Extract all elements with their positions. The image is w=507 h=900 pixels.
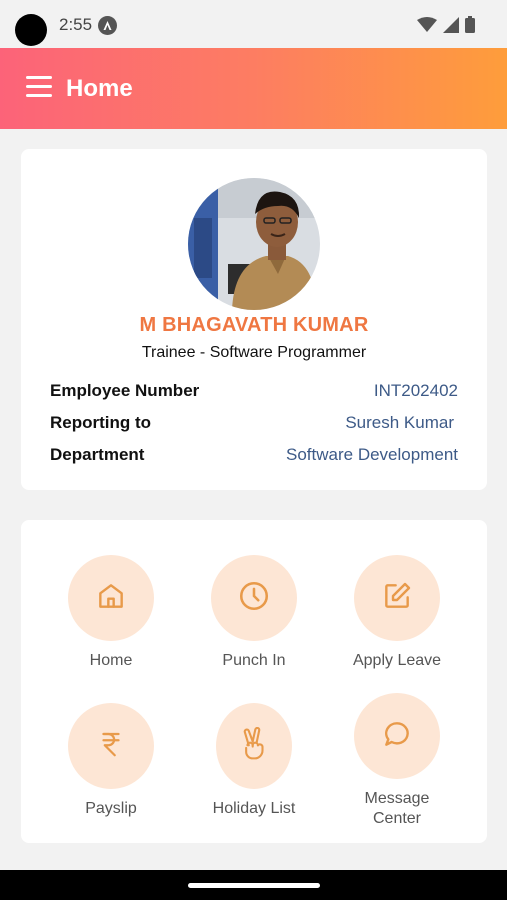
clock-icon — [237, 579, 271, 618]
menu-item-label: Apply Leave — [352, 652, 442, 669]
menu-item-message-center[interactable]: Message Center — [327, 693, 467, 829]
menu-grid: Home Punch In Apply Leave Payslip Holida… — [21, 520, 487, 843]
menu-item-label: Message Center — [364, 790, 430, 827]
menu-item-holiday-list[interactable]: Holiday List — [184, 703, 324, 819]
menu-item-punch-in[interactable]: Punch In — [184, 555, 324, 671]
message-center-tile-circle[interactable] — [354, 693, 440, 779]
home-tile-circle[interactable] — [68, 555, 154, 641]
department-row: Department Software Development — [50, 445, 458, 469]
reporting-to-value: Suresh Kumar — [345, 413, 454, 432]
employee-number-value: INT202402 — [373, 381, 458, 400]
battery-icon — [465, 16, 475, 38]
chat-bubble-icon — [381, 718, 413, 755]
menu-item-apply-leave[interactable]: Apply Leave — [327, 555, 467, 671]
department-value: Software Development — [286, 445, 458, 464]
menu-item-home[interactable]: Home — [41, 555, 181, 671]
app-bar: Home — [0, 48, 507, 129]
punch-in-tile-circle[interactable] — [211, 555, 297, 641]
employee-number-label: Employee Number — [50, 381, 200, 400]
wifi-icon — [417, 16, 437, 38]
menu-item-label: Holiday List — [212, 800, 296, 817]
holiday-list-tile-circle[interactable] — [216, 703, 292, 789]
employee-number-row: Employee Number INT202402 — [50, 381, 458, 405]
menu-item-label: Punch In — [222, 652, 286, 669]
hamburger-menu-icon[interactable] — [26, 76, 52, 98]
rupee-icon — [96, 728, 126, 765]
status-time: 2:55 — [59, 15, 93, 34]
signal-icon — [443, 16, 459, 38]
system-nav-bar — [0, 870, 507, 900]
employee-name: M BHAGAVATH KUMAR — [139, 314, 369, 336]
payslip-tile-circle[interactable] — [68, 703, 154, 789]
menu-item-label: Payslip — [85, 800, 137, 817]
menu-item-label: Home — [89, 652, 133, 669]
victory-hand-icon — [238, 726, 270, 766]
avatar — [188, 178, 320, 310]
camera-cutout — [15, 14, 47, 46]
edit-icon — [381, 580, 413, 617]
app-notification-icon — [98, 16, 117, 35]
reporting-to-row: Reporting to Suresh Kumar — [50, 413, 458, 437]
reporting-to-label: Reporting to — [50, 413, 152, 432]
menu-item-payslip[interactable]: Payslip — [41, 703, 181, 819]
employee-role: Trainee - Software Programmer — [141, 344, 367, 361]
page-title: Home — [66, 75, 133, 102]
apply-leave-tile-circle[interactable] — [354, 555, 440, 641]
status-bar: 2:55 — [0, 0, 507, 48]
home-icon — [95, 580, 127, 617]
department-label: Department — [50, 445, 145, 464]
status-icons — [417, 16, 475, 38]
profile-card: M BHAGAVATH KUMAR Trainee - Software Pro… — [21, 149, 487, 490]
home-gesture-handle[interactable] — [188, 883, 320, 888]
